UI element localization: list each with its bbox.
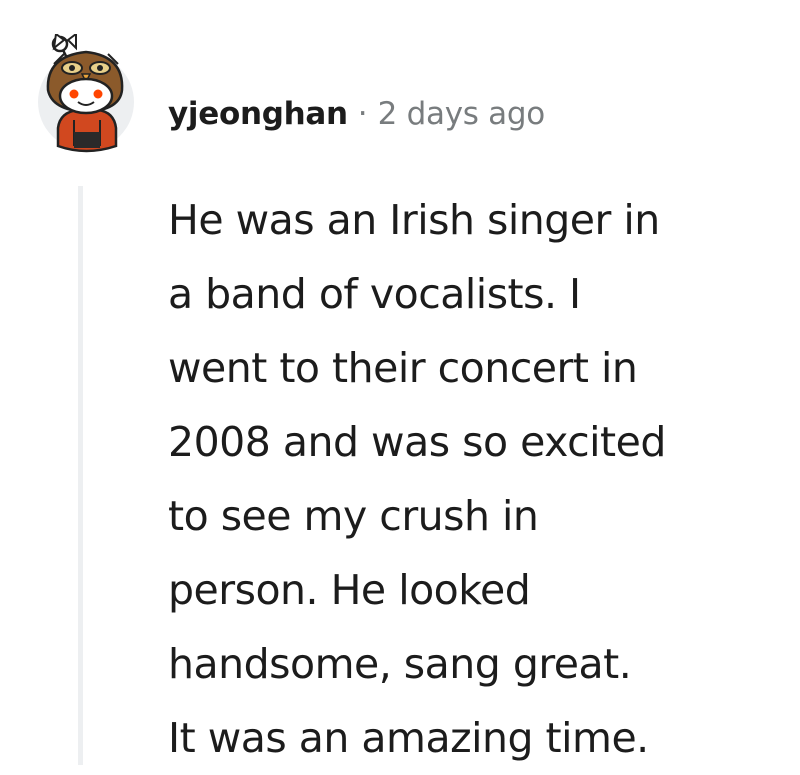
comment-text-line: a band of vocalists. I [168,270,581,318]
comment-timestamp[interactable]: 2 days ago [378,96,546,132]
comment-text-line: person. He looked [168,566,531,614]
username-link[interactable]: yjeonghan [168,96,348,132]
comment-text-line: went to their concert in [168,344,638,392]
comment: yjeonghan · 2 days ago He was an Irish s… [0,0,800,765]
user-avatar-icon[interactable] [34,34,138,154]
comment-text-line: It was an amazing time. [168,714,649,762]
owl-hood-snoo-avatar-icon [38,34,134,153]
comment-body: He was an Irish singer in a band of voca… [168,183,768,775]
comment-text-line: He was an Irish singer in [168,196,660,244]
meta-separator: · [357,96,368,132]
comment-header: yjeonghan · 2 days ago [168,90,545,138]
comment-text-line: to see my crush in [168,492,539,540]
thread-collapse-line[interactable] [78,186,83,765]
comment-text-line: handsome, sang great. [168,640,632,688]
comment-text-line: 2008 and was so excited [168,418,666,466]
